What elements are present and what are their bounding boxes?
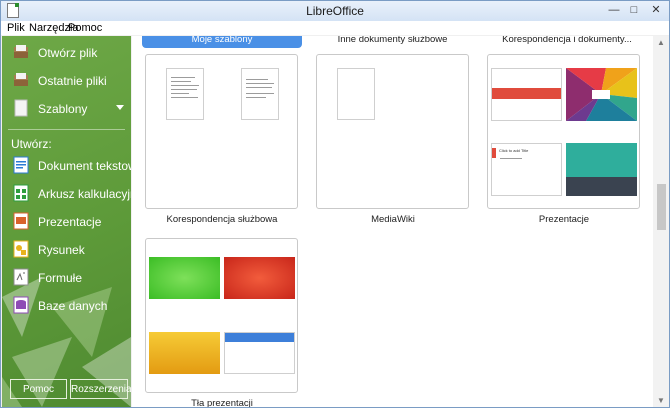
base-icon [13, 296, 29, 314]
create-base-item[interactable]: Baze danych [11, 295, 129, 317]
create-impress-label: Prezentacje [38, 215, 102, 229]
tab-correspondence[interactable]: Korespondencja i dokumenty... [487, 36, 647, 48]
impress-icon [13, 212, 29, 230]
create-calc-item[interactable]: Arkusz kalkulacyjny [11, 183, 131, 205]
create-calc-label: Arkusz kalkulacyjny [38, 187, 131, 201]
math-icon [13, 268, 29, 286]
presentation-thumbnail: Click to add Title [491, 143, 562, 196]
create-math-label: Formułe [38, 271, 83, 285]
create-math-item[interactable]: Formułe [11, 267, 129, 289]
title-bar: LibreOffice — □ ✕ [1, 1, 669, 21]
recent-files-icon [14, 73, 28, 86]
tab-other-business-documents[interactable]: Inne dokumenty służbowe [315, 36, 470, 48]
menu-plik[interactable]: Plik [7, 21, 25, 35]
templates-view: Moje szablony Inne dokumenty służbowe Ko… [132, 36, 653, 407]
chevron-down-icon [116, 105, 124, 110]
presentation-thumbnail [566, 68, 637, 121]
calc-icon [13, 184, 29, 202]
folder-presentations[interactable]: Click to add Title [487, 54, 640, 209]
background-thumbnail [224, 257, 295, 299]
create-draw-item[interactable]: Rysunek [11, 239, 129, 261]
menu-pomoc[interactable]: Pomoc [68, 21, 102, 35]
folder-presentation-backgrounds[interactable] [145, 238, 298, 393]
background-thumbnail [224, 332, 295, 374]
close-button[interactable]: ✕ [646, 3, 666, 18]
menu-bar: Plik Narzędzia Pomoc [1, 21, 669, 35]
folder-business-correspondence[interactable] [145, 54, 298, 209]
folder-label: Prezentacje [538, 214, 590, 225]
templates-item[interactable]: Szablony [11, 98, 129, 120]
slide-title-text: Click to add Title [499, 148, 529, 153]
templates-icon [14, 99, 28, 117]
create-base-label: Baze danych [38, 299, 108, 313]
folder-label: Tła prezentacji [191, 398, 253, 407]
tab-my-templates[interactable]: Moje szablony [142, 36, 302, 48]
folder-mediawiki[interactable] [316, 54, 469, 209]
wiki-thumbnail [337, 68, 375, 120]
create-impress-item[interactable]: Prezentacje [11, 211, 129, 233]
writer-icon [13, 156, 29, 174]
extensions-button[interactable]: Rozszerzenia [70, 379, 131, 399]
create-writer-item[interactable]: Dokument tekstowy [11, 155, 131, 177]
background-thumbnail [149, 332, 220, 374]
recent-files-item[interactable]: Ostatnie pliki [11, 70, 129, 92]
maximize-button[interactable]: □ [624, 3, 644, 18]
presentation-thumbnail [566, 143, 637, 196]
letter-thumbnail [241, 68, 279, 120]
folder-label: MediaWiki [371, 214, 415, 225]
scrollbar-thumb[interactable] [657, 184, 666, 230]
background-thumbnail [149, 257, 220, 299]
create-heading: Utwórz: [11, 137, 52, 151]
presentation-thumbnail [491, 68, 562, 121]
folder-open-icon [14, 45, 28, 58]
scroll-down-icon[interactable]: ▼ [653, 396, 669, 405]
window-title: LibreOffice [306, 4, 364, 18]
app-window: LibreOffice — □ ✕ Plik Narzędzia Pomoc O… [0, 0, 670, 408]
open-file-item[interactable]: Otwórz plik [11, 42, 129, 64]
letter-thumbnail [166, 68, 204, 120]
start-center-sidebar: Otwórz plik Ostatnie pliki Szablony Utwó… [2, 36, 131, 407]
templates-label: Szablony [38, 102, 88, 116]
minimize-button[interactable]: — [604, 3, 624, 18]
folder-label: Korespondencja służbowa [166, 214, 278, 225]
create-writer-label: Dokument tekstowy [38, 159, 131, 173]
sidebar-separator [8, 129, 125, 130]
vertical-scrollbar[interactable]: ▲ ▼ [653, 36, 669, 407]
create-draw-label: Rysunek [38, 243, 85, 257]
help-button[interactable]: Pomoc [10, 379, 67, 399]
recent-files-label: Ostatnie pliki [38, 74, 107, 88]
open-file-label: Otwórz plik [38, 46, 98, 60]
draw-icon [13, 240, 29, 258]
scroll-up-icon[interactable]: ▲ [653, 38, 669, 47]
